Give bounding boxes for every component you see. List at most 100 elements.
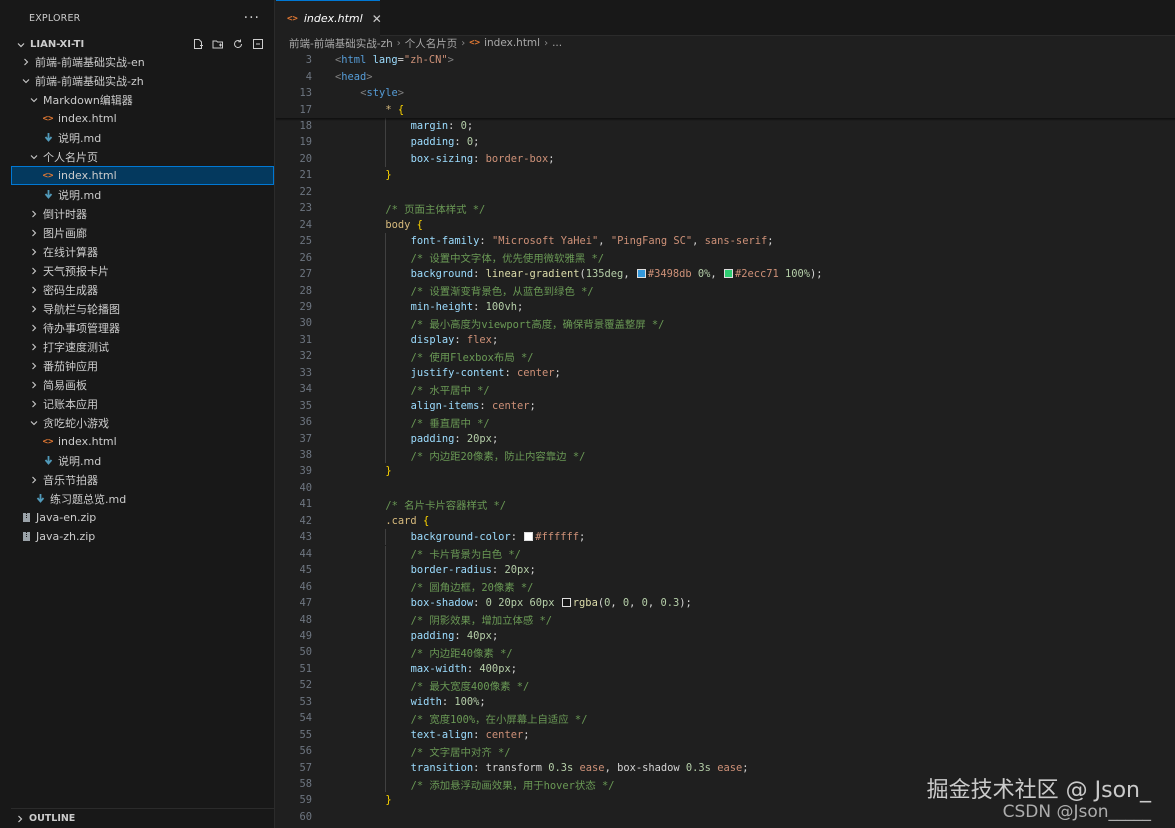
tree-folder[interactable]: 在线计算器 <box>11 242 274 261</box>
code-token: 20px <box>504 564 530 577</box>
chevron-right-icon[interactable] <box>28 375 40 394</box>
code-editor[interactable]: 3 <html lang="zh-CN"> 4 <head> 13 <style> 17 * … <box>276 52 1175 828</box>
chevron-right-icon[interactable] <box>28 280 40 299</box>
breadcrumb-item-file[interactable]: index.html <box>484 37 540 49</box>
tree-file[interactable]: 说明.md <box>11 185 274 204</box>
color-swatch[interactable] <box>636 269 646 279</box>
code-token: flex <box>466 333 492 346</box>
line-number: 55 <box>299 728 312 741</box>
indent-guide <box>385 693 387 710</box>
code-token: /* 文字居中对齐 */ <box>410 746 511 759</box>
code-token: ; <box>529 564 536 577</box>
tree-item-label: 练习题总览.md <box>50 492 127 506</box>
tree-folder[interactable]: 记账本应用 <box>11 394 274 413</box>
chevron-down-icon[interactable] <box>28 413 40 432</box>
tree-file[interactable]: <> index.html <box>11 432 274 451</box>
tree-folder[interactable]: 简易画板 <box>11 375 274 394</box>
code-text: /* 添加悬浮动画效果，用于hover状态 */ <box>411 777 615 792</box>
line-number: 30 <box>299 317 312 330</box>
indent-guide <box>385 611 387 628</box>
tree-folder[interactable]: 前端-前端基础实战-zh <box>11 71 274 90</box>
tree-item-label: index.html <box>58 169 117 182</box>
tree-folder[interactable]: 个人名片页 <box>11 147 274 166</box>
chevron-down-icon[interactable] <box>20 71 32 90</box>
tree-file[interactable]: 说明.md <box>11 128 274 147</box>
code-line: 52 /* 最大宽度400像素 */ <box>276 677 1175 694</box>
collapse-all-icon[interactable] <box>251 38 264 51</box>
chevron-right-icon[interactable] <box>28 204 40 223</box>
tree-file[interactable]: 说明.md <box>11 451 274 470</box>
tree-folder[interactable]: 天气预报卡片 <box>11 261 274 280</box>
chevron-right-icon[interactable] <box>20 52 32 71</box>
line-number: 39 <box>299 465 312 478</box>
code-line: 51 max-width: 400px; <box>276 660 1175 678</box>
tree-folder[interactable]: 密码生成器 <box>11 280 274 299</box>
refresh-icon[interactable] <box>231 38 244 51</box>
tree-folder[interactable]: 音乐节拍器 <box>11 470 274 489</box>
breadcrumb-item-subfolder[interactable]: 个人名片页 <box>405 36 458 51</box>
close-icon[interactable]: ✕ <box>372 12 382 26</box>
tree-folder[interactable]: 打字速度测试 <box>11 337 274 356</box>
code-text: min-height: 100vh; <box>411 301 524 313</box>
tree-file[interactable]: <> index.html <box>11 109 274 128</box>
new-folder-icon[interactable] <box>211 38 224 51</box>
tree-folder[interactable]: 图片画廊 <box>11 223 274 242</box>
tree-item-label: index.html <box>58 435 117 448</box>
tree-file[interactable]: Java-zh.zip <box>11 527 274 546</box>
tree-folder[interactable]: Markdown编辑器 <box>11 90 274 109</box>
color-swatch[interactable] <box>561 598 571 608</box>
line-number: 49 <box>299 629 312 642</box>
line-number: 31 <box>299 333 312 346</box>
tree-folder[interactable]: 前端-前端基础实战-en <box>11 52 274 71</box>
html-file-icon: <> <box>42 113 54 124</box>
chevron-right-icon[interactable] <box>28 261 40 280</box>
tree-file[interactable]: <> index.html <box>11 166 274 185</box>
chevron-right-icon[interactable] <box>28 470 40 489</box>
chevron-down-icon[interactable] <box>28 147 40 166</box>
chevron-right-icon[interactable] <box>28 318 40 337</box>
tree-folder[interactable]: 导航栏与轮播图 <box>11 299 274 318</box>
more-actions-icon[interactable]: ··· <box>244 10 260 26</box>
tab-index-html[interactable]: <> index.html ✕ <box>276 0 382 36</box>
code-token: , <box>623 268 636 281</box>
workspace-folder-header[interactable]: LIAN-XI-TI <box>11 36 274 52</box>
code-token: 400px <box>479 662 511 675</box>
tree-folder[interactable]: 番茄钟应用 <box>11 356 274 375</box>
code-token: "zh-CN" <box>403 54 448 67</box>
code-token: 100% <box>785 268 811 281</box>
chevron-right-icon[interactable] <box>28 337 40 356</box>
line-number: 43 <box>299 531 312 544</box>
new-file-icon[interactable] <box>191 38 204 51</box>
chevron-right-icon[interactable] <box>28 299 40 318</box>
code-token: center <box>491 399 530 412</box>
breadcrumb-item-symbols[interactable]: ... <box>552 37 562 49</box>
line-number: 22 <box>299 185 312 198</box>
code-text: /* 卡片背景为白色 */ <box>411 546 521 561</box>
tree-folder[interactable]: 倒计时器 <box>11 204 274 223</box>
chevron-right-icon[interactable] <box>28 356 40 375</box>
tree-file[interactable]: 练习题总览.md <box>11 489 274 508</box>
chevron-right-icon[interactable] <box>28 242 40 261</box>
outline-section-header[interactable]: OUTLINE <box>11 808 275 828</box>
code-token: rgba <box>572 597 598 610</box>
tree-item-label: 前端-前端基础实战-zh <box>35 74 144 88</box>
line-number: 33 <box>299 366 312 379</box>
chevron-down-icon <box>16 35 26 54</box>
tree-item-label: 倒计时器 <box>43 207 87 221</box>
tree-folder[interactable]: 贪吃蛇小游戏 <box>11 413 274 432</box>
code-token: /* 最小高度为viewport高度，确保背景覆盖整屏 */ <box>410 318 665 331</box>
chevron-right-icon[interactable] <box>28 223 40 242</box>
code-token: } <box>385 465 392 478</box>
color-swatch[interactable] <box>723 269 733 279</box>
code-token: padding <box>410 432 455 445</box>
tree-file[interactable]: Java-en.zip <box>11 508 274 527</box>
line-number: 42 <box>299 514 312 527</box>
code-token: : <box>473 761 486 774</box>
chevron-right-icon[interactable] <box>28 394 40 413</box>
tree-folder[interactable]: 待办事项管理器 <box>11 318 274 337</box>
line-number: 57 <box>299 761 312 774</box>
line-number: 47 <box>299 597 312 610</box>
breadcrumb-item-folder[interactable]: 前端-前端基础实战-zh <box>289 36 393 51</box>
chevron-down-icon[interactable] <box>28 90 40 109</box>
color-swatch[interactable] <box>524 532 534 542</box>
